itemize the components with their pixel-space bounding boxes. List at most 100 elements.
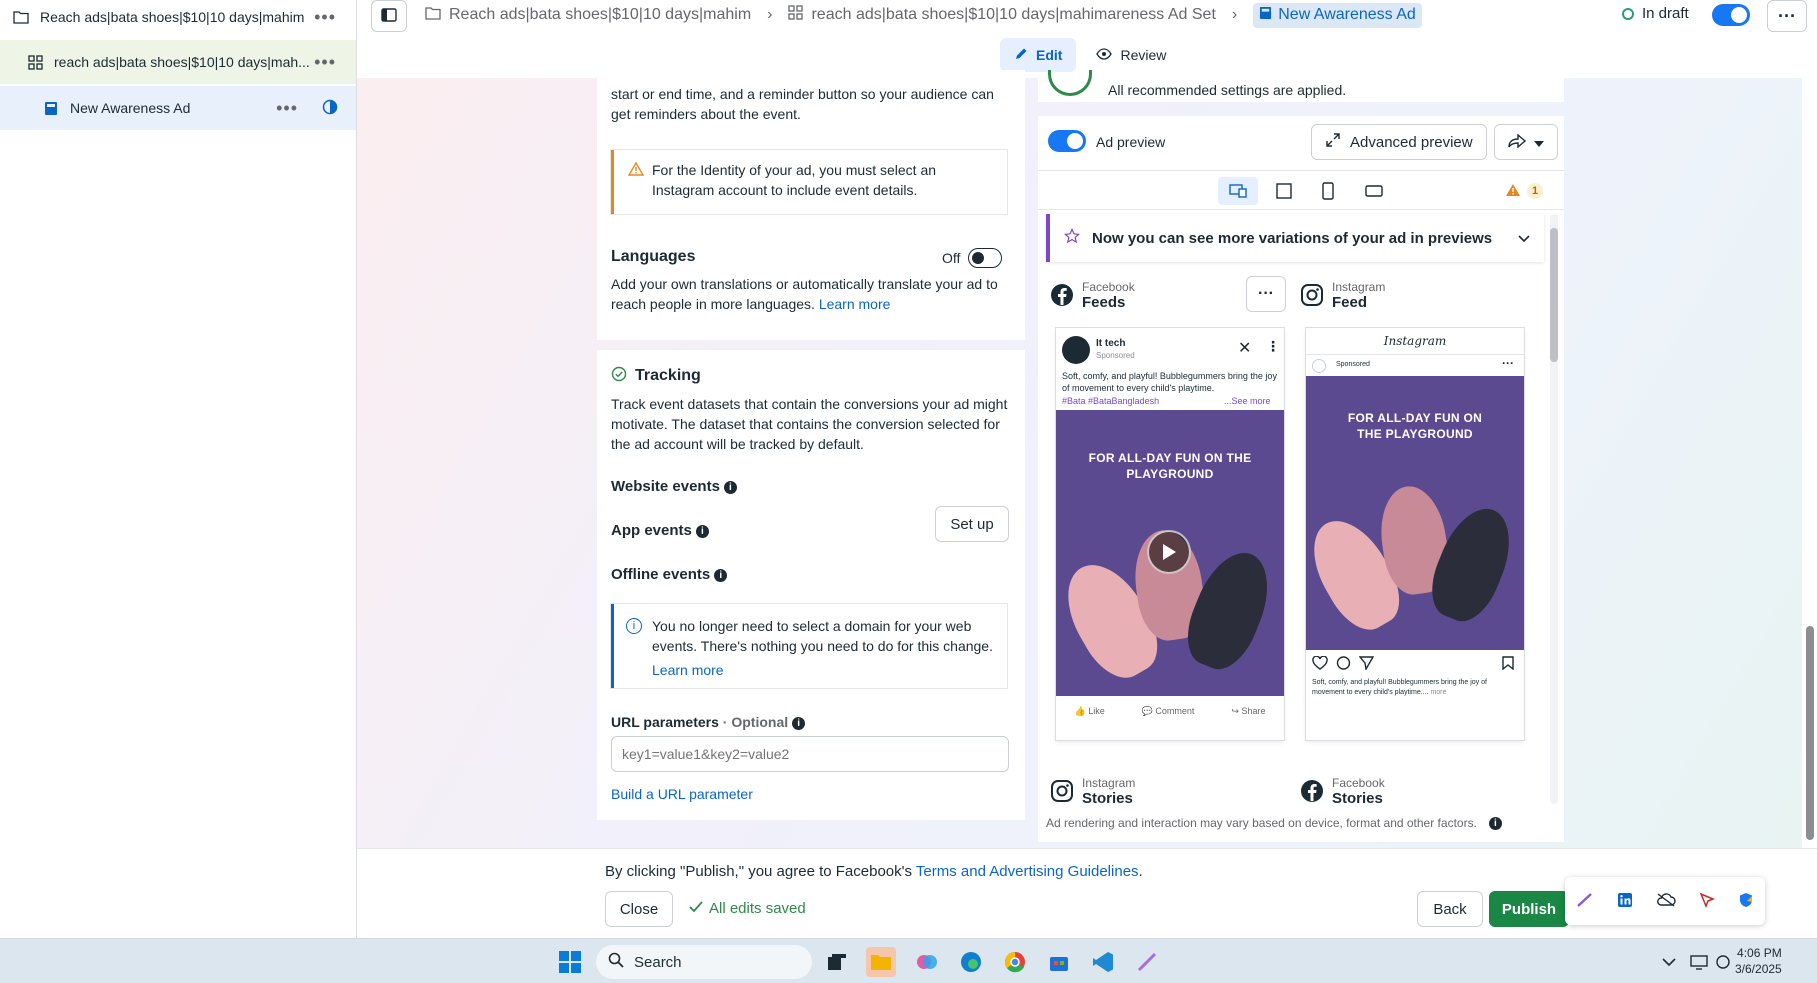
multi-device-icon[interactable] bbox=[1218, 177, 1258, 205]
linkedin-icon[interactable] bbox=[1617, 892, 1633, 911]
setup-button[interactable]: Set up bbox=[935, 506, 1009, 542]
url-parameters-input[interactable] bbox=[611, 736, 1009, 772]
taskbar-search[interactable]: Search bbox=[596, 945, 812, 979]
eye-icon bbox=[1096, 47, 1113, 63]
page-avatar bbox=[1062, 336, 1090, 364]
top-more-button[interactable]: ··· bbox=[1767, 0, 1807, 32]
facebook-feed-mockup[interactable]: It tech Sponsored ✕ ⋮ Soft, comfy, and p… bbox=[1056, 328, 1284, 740]
preview-warnings[interactable]: 1 bbox=[1498, 177, 1550, 205]
expand-icon bbox=[1326, 133, 1340, 151]
mobile-format-icon[interactable] bbox=[1308, 177, 1348, 205]
network-icon[interactable] bbox=[1708, 947, 1738, 977]
languages-learn-more-link[interactable]: Learn more bbox=[819, 296, 891, 312]
back-button[interactable]: Back bbox=[1417, 891, 1483, 927]
tracking-body: Track event datasets that contain the co… bbox=[611, 396, 1008, 452]
sidebar-item-ad[interactable]: New Awareness Ad ••• bbox=[0, 86, 356, 130]
task-view-icon[interactable] bbox=[822, 947, 852, 977]
more-horizontal-icon[interactable]: ··· bbox=[1502, 356, 1514, 370]
contrast-icon[interactable] bbox=[322, 99, 338, 118]
recommended-text: All recommended settings are applied. bbox=[1108, 82, 1347, 98]
variations-banner[interactable]: Now you can see more variations of your … bbox=[1046, 214, 1544, 262]
languages-toggle[interactable] bbox=[968, 248, 1003, 268]
shield-extension-icon[interactable] bbox=[1738, 892, 1754, 911]
languages-card: Languages Off Add your own translations … bbox=[597, 230, 1025, 340]
preview-scrollbar[interactable] bbox=[1550, 214, 1558, 804]
preview-scrollbar-thumb[interactable] bbox=[1550, 228, 1558, 362]
breadcrumb-campaign[interactable]: Reach ads|bata shoes|$10|10 days|mahim bbox=[449, 6, 751, 24]
sidebar-item-adset[interactable]: reach ads|bata shoes|$10|10 days|mah... … bbox=[0, 40, 356, 84]
cursor-extension-icon[interactable] bbox=[1699, 892, 1715, 911]
comment-button[interactable]: 💬 Comment bbox=[1142, 706, 1195, 717]
windows-start-icon[interactable] bbox=[555, 947, 585, 977]
chevron-up-icon[interactable] bbox=[1654, 947, 1684, 977]
languages-body: Add your own translations or automatical… bbox=[611, 274, 1011, 314]
app-events-label: App events bbox=[611, 522, 692, 539]
edit-mode-button[interactable]: Edit bbox=[1000, 38, 1077, 72]
page-scrollbar[interactable] bbox=[1802, 78, 1817, 848]
ig-avatar bbox=[1312, 359, 1326, 373]
creative-headline: FOR ALL-DAY FUN ON THE PLAYGROUND bbox=[1088, 451, 1252, 481]
ig-more-link[interactable]: more bbox=[1430, 689, 1446, 696]
toggle-panel-button[interactable] bbox=[371, 0, 407, 32]
close-button[interactable]: Close bbox=[605, 891, 673, 927]
more-vertical-icon[interactable]: ⋮ bbox=[1266, 338, 1280, 355]
edge-icon[interactable] bbox=[956, 947, 986, 977]
review-mode-button[interactable]: Review bbox=[1082, 38, 1180, 72]
ad-preview-toggle[interactable] bbox=[1048, 130, 1086, 152]
store-icon[interactable] bbox=[1044, 947, 1074, 977]
landscape-format-icon[interactable] bbox=[1354, 177, 1394, 205]
send-icon[interactable] bbox=[1359, 656, 1374, 670]
advanced-preview-button[interactable]: Advanced preview bbox=[1311, 124, 1487, 160]
info-icon[interactable]: i bbox=[1488, 816, 1502, 830]
chrome-icon[interactable] bbox=[1000, 947, 1030, 977]
more-options-icon[interactable]: ••• bbox=[276, 98, 298, 119]
comment-icon[interactable] bbox=[1336, 656, 1351, 670]
facebook-icon bbox=[1050, 283, 1074, 310]
more-options-icon[interactable]: ••• bbox=[314, 7, 336, 28]
placement-platform: Instagram bbox=[1082, 776, 1136, 790]
left-sidebar: Reach ads|bata shoes|$10|10 days|mahim •… bbox=[0, 0, 357, 938]
consent-suffix: . bbox=[1138, 863, 1143, 880]
info-icon[interactable]: i bbox=[723, 480, 737, 494]
bookmark-icon[interactable] bbox=[1502, 656, 1514, 670]
info-icon[interactable]: i bbox=[714, 568, 728, 582]
pen-extension-icon[interactable] bbox=[1576, 892, 1594, 911]
share-button[interactable]: ↪ Share bbox=[1231, 706, 1265, 717]
heart-icon[interactable] bbox=[1312, 656, 1328, 670]
ad-on-off-toggle[interactable] bbox=[1712, 4, 1750, 26]
languages-toggle-group: Off bbox=[942, 248, 1003, 268]
mode-switcher: Edit Review bbox=[1000, 38, 1180, 72]
file-explorer-icon[interactable] bbox=[866, 947, 896, 977]
info-circle-icon: i bbox=[626, 618, 642, 634]
close-icon[interactable]: ✕ bbox=[1238, 338, 1251, 358]
info-icon[interactable]: i bbox=[695, 524, 709, 538]
info-icon[interactable]: i bbox=[792, 716, 806, 730]
instagram-feed-mockup[interactable]: Instagram Sponsored ··· FOR ALL-DAY FUN … bbox=[1306, 328, 1524, 740]
terms-link[interactable]: Terms and Advertising Guidelines bbox=[916, 863, 1139, 880]
placement-platform: Instagram bbox=[1332, 280, 1386, 294]
recommended-strip: All recommended settings are applied. bbox=[1038, 70, 1564, 102]
play-icon[interactable] bbox=[1147, 530, 1191, 574]
placement-platform: Facebook bbox=[1082, 280, 1135, 294]
page-scrollbar-thumb[interactable] bbox=[1806, 626, 1814, 840]
square-format-icon[interactable] bbox=[1264, 177, 1304, 205]
placement-name: Feeds bbox=[1082, 294, 1126, 311]
vscode-icon[interactable] bbox=[1088, 947, 1118, 977]
placement-more-button[interactable]: ··· bbox=[1246, 276, 1286, 312]
like-button[interactable]: 👍 Like bbox=[1074, 706, 1104, 717]
pen-app-icon[interactable] bbox=[1132, 947, 1162, 977]
domain-learn-more-link[interactable]: Learn more bbox=[652, 660, 997, 680]
sidebar-item-campaign[interactable]: Reach ads|bata shoes|$10|10 days|mahim •… bbox=[0, 0, 356, 34]
cloud-off-icon[interactable] bbox=[1656, 892, 1676, 910]
copilot-icon[interactable] bbox=[912, 947, 942, 977]
build-url-parameter-link[interactable]: Build a URL parameter bbox=[611, 784, 753, 804]
more-options-icon[interactable]: ••• bbox=[314, 52, 336, 73]
ig-sponsored-label: Sponsored bbox=[1336, 361, 1370, 368]
breadcrumb-ad[interactable]: New Awareness Ad bbox=[1253, 2, 1422, 28]
publish-button[interactable]: Publish bbox=[1489, 891, 1569, 927]
breadcrumb-ad-label: New Awareness Ad bbox=[1278, 6, 1416, 23]
see-more-link[interactable]: ...See more bbox=[1224, 395, 1271, 407]
system-clock[interactable]: 4:06 PM 3/6/2025 bbox=[1735, 945, 1782, 977]
share-preview-button[interactable] bbox=[1494, 124, 1558, 160]
breadcrumb-adset[interactable]: reach ads|bata shoes|$10|10 days|mahimar… bbox=[811, 6, 1215, 24]
